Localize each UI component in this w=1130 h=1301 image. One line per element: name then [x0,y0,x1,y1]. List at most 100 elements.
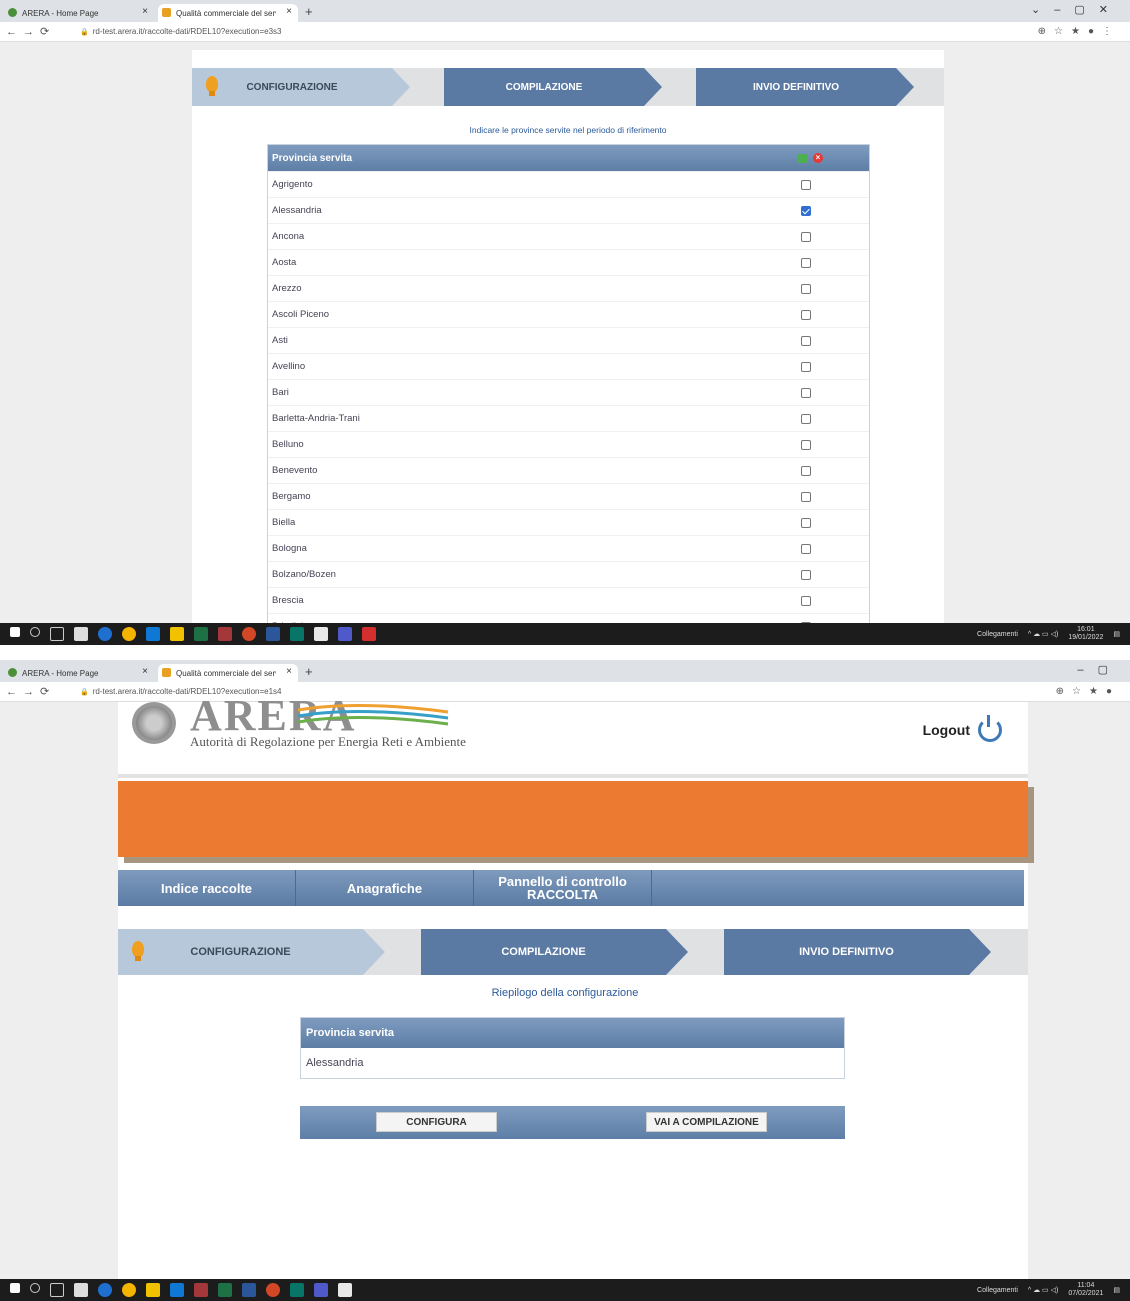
browser-toolbar-icons[interactable]: ⊕☆★●⋮ [1038,26,1120,37]
close-tab-icon[interactable]: × [286,6,292,17]
links-toolbar[interactable]: Collegamenti [977,631,1018,638]
step-invio-definitivo[interactable]: INVIO DEFINITIVO [696,68,914,106]
outlook-icon[interactable] [170,1283,184,1297]
logout-label: Logout [922,722,970,738]
menu-pannello-controllo[interactable]: Pannello di controllo RACCOLTA [474,870,652,906]
province-checkbox[interactable] [801,362,811,372]
menu-indice-raccolte[interactable]: Indice raccolte [118,870,296,906]
notification-icon[interactable]: ▤ [1113,630,1120,638]
tray-icons[interactable]: ^ ☁ ▭ ◁) [1028,1286,1058,1294]
close-tab-icon[interactable]: × [142,666,148,677]
province-checkbox[interactable] [801,518,811,528]
excel-icon[interactable] [194,627,208,641]
tab-label: Qualità commerciale del servizio [176,668,276,678]
store-icon[interactable] [74,627,88,641]
powerpoint-icon[interactable] [242,627,256,641]
url-field[interactable]: 🔒 rd-test.arera.it/raccolte-dati/RDEL10?e… [80,27,281,36]
table-row: Brescia [268,587,869,613]
browser-toolbar-icons[interactable]: ⊕☆★● [1056,686,1120,697]
browser-tab-home[interactable]: ARERA - Home Page × [4,664,154,682]
clock[interactable]: 11:04 07/02/2021 [1068,1282,1103,1298]
word-icon[interactable] [266,627,280,641]
excel-icon[interactable] [218,1283,232,1297]
new-tab-icon[interactable]: + [305,664,313,679]
step-label: INVIO DEFINITIVO [752,81,840,93]
window-controls[interactable]: –▢ [1077,663,1122,676]
deselect-all-icon[interactable]: × [813,153,823,163]
project-icon[interactable] [290,627,304,641]
browser-tab-qualita[interactable]: Qualità commerciale del servizio × [158,4,298,22]
step-label: CONFIGURAZIONE [190,946,291,958]
tray-icons[interactable]: ^ ☁ ▭ ◁) [1028,630,1058,638]
task-view-icon[interactable] [50,1283,64,1297]
step-configurazione[interactable]: CONFIGURAZIONE [192,68,410,106]
links-toolbar[interactable]: Collegamenti [977,1287,1018,1294]
close-tab-icon[interactable]: × [142,6,148,17]
chrome-icon[interactable] [122,627,136,641]
arera-favicon-icon [8,668,17,677]
italian-emblem-icon [132,702,176,744]
province-checkbox[interactable] [801,388,811,398]
step-configurazione[interactable]: CONFIGURAZIONE [118,929,385,975]
province-checkbox[interactable] [801,258,811,268]
province-checkbox[interactable] [801,336,811,346]
step-compilazione[interactable]: COMPILAZIONE [421,929,688,975]
url-text: rd-test.arera.it/raccolte-dati/RDEL10?ex… [92,27,282,36]
province-checkbox[interactable] [801,284,811,294]
province-checkbox[interactable] [801,570,811,580]
province-rows: Agrigento Alessandria Ancona Aosta Arezzo Asc… [268,171,869,639]
nav-buttons[interactable]: ←→⟳ [0,25,80,38]
powerpoint-icon[interactable] [266,1283,280,1297]
menu-label: RACCOLTA [526,887,598,902]
select-all-icon[interactable] [798,154,807,163]
taskbar-icons [0,1283,352,1297]
nav-buttons[interactable]: ←→⟳ [0,685,80,698]
word-icon[interactable] [242,1283,256,1297]
project-icon[interactable] [290,1283,304,1297]
new-tab-icon[interactable]: + [305,4,313,19]
calendar-icon[interactable] [314,627,328,641]
province-checkbox[interactable] [801,440,811,450]
search-icon[interactable] [30,627,40,637]
edge-icon[interactable] [98,627,112,641]
clock[interactable]: 16:01 19/01/2022 [1068,626,1103,642]
province-checkbox[interactable] [801,544,811,554]
vai-a-compilazione-button[interactable]: VAI A COMPILAZIONE [646,1112,767,1132]
configura-button[interactable]: CONFIGURA [376,1112,497,1132]
calendar-icon[interactable] [338,1283,352,1297]
task-view-icon[interactable] [50,627,64,641]
step-invio-definitivo[interactable]: INVIO DEFINITIVO [724,929,991,975]
province-checkbox[interactable] [801,466,811,476]
teams-icon[interactable] [314,1283,328,1297]
chrome-icon[interactable] [122,1283,136,1297]
access-icon[interactable] [194,1283,208,1297]
province-checkbox[interactable] [801,180,811,190]
access-icon[interactable] [218,627,232,641]
notification-icon[interactable]: ▤ [1113,1286,1120,1294]
province-checkbox[interactable] [801,206,811,216]
browser-tab-qualita[interactable]: Qualità commerciale del servizio × [158,664,298,682]
explorer-icon[interactable] [146,1283,160,1297]
province-checkbox[interactable] [801,310,811,320]
step-compilazione[interactable]: COMPILAZIONE [444,68,662,106]
outlook-icon[interactable] [146,627,160,641]
windows-start-icon[interactable] [10,1283,20,1293]
browser-tab-home[interactable]: ARERA - Home Page × [4,4,154,22]
acrobat-icon[interactable] [362,627,376,641]
edge-icon[interactable] [98,1283,112,1297]
close-tab-icon[interactable]: × [286,666,292,677]
menu-anagrafiche[interactable]: Anagrafiche [296,870,474,906]
province-checkbox[interactable] [801,492,811,502]
table-row: Biella [268,509,869,535]
windows-start-icon[interactable] [10,627,20,637]
logout-button[interactable]: Logout [922,715,1002,742]
province-checkbox[interactable] [801,596,811,606]
window-controls[interactable]: ⌄–▢✕ [1031,3,1122,16]
store-icon[interactable] [74,1283,88,1297]
explorer-icon[interactable] [170,627,184,641]
province-checkbox[interactable] [801,232,811,242]
table-row: Bolzano/Bozen [268,561,869,587]
search-icon[interactable] [30,1283,40,1293]
province-checkbox[interactable] [801,414,811,424]
teams-icon[interactable] [338,627,352,641]
